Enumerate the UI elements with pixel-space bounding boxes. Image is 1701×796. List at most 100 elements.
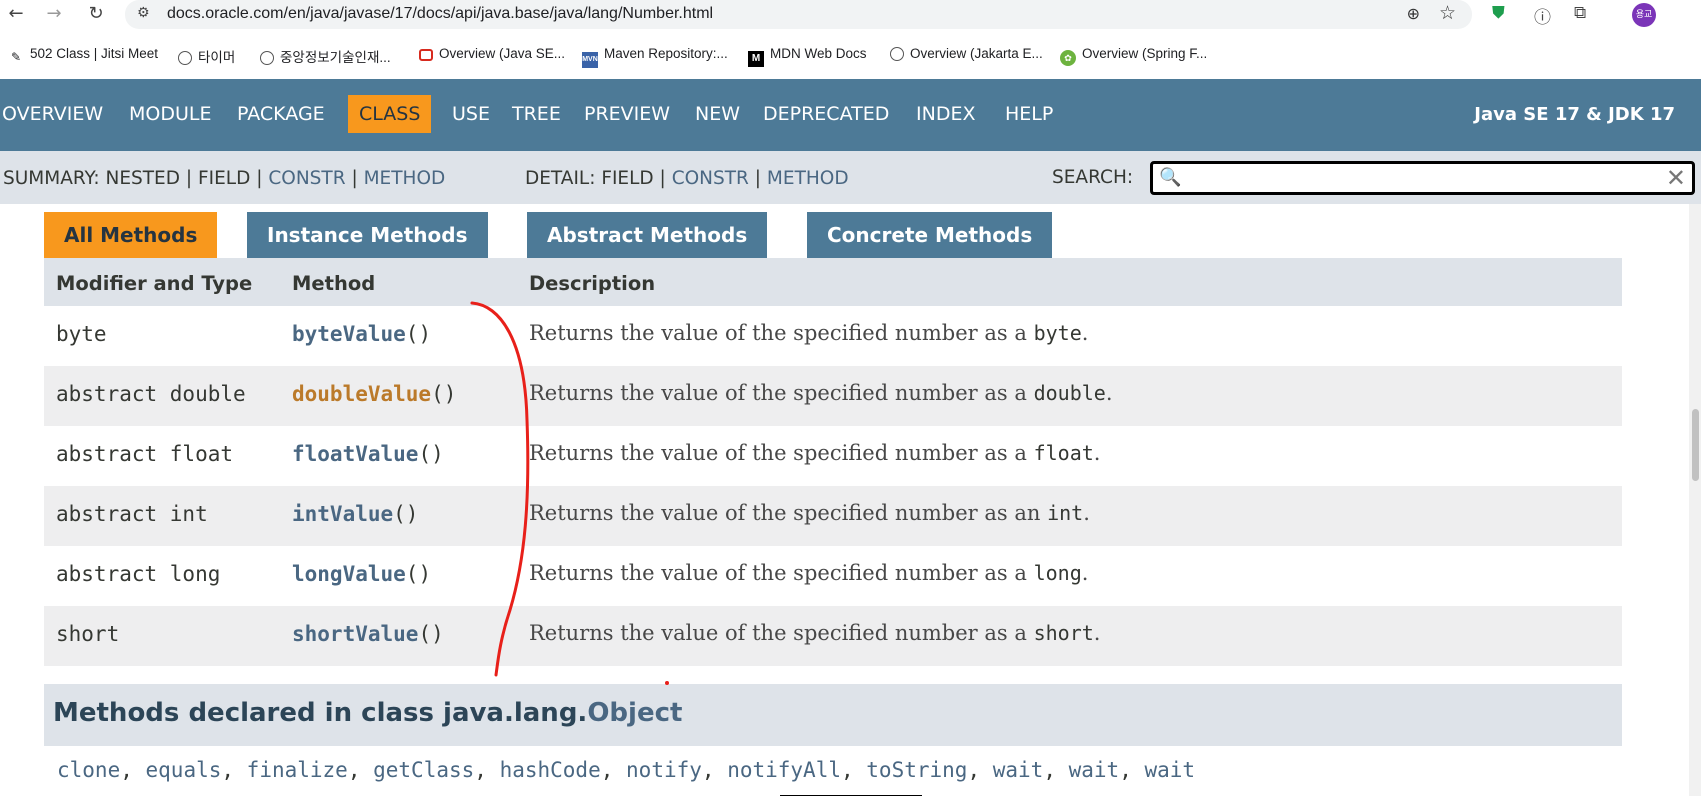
bookmark-item[interactable]: 타이머 <box>178 46 235 66</box>
description-period: . <box>1093 441 1101 465</box>
detail-method-link[interactable]: METHOD <box>767 168 849 189</box>
description-code: long <box>1033 561 1082 585</box>
table-row: abstract long longValue() Returns the valu… <box>44 546 1622 606</box>
bookmark-item[interactable]: MVN Maven Repository:... <box>582 46 728 68</box>
bookmark-item[interactable]: ✎ 502 Class | Jitsi Meet <box>8 46 158 65</box>
tab-all-methods[interactable]: All Methods <box>44 212 218 258</box>
method-description: Returns the value of the specified numbe… <box>529 561 1088 585</box>
list-separator: , <box>347 758 374 782</box>
method-cell: longValue() <box>292 562 431 586</box>
nav-tree[interactable]: TREE <box>512 103 561 125</box>
method-link[interactable]: shortValue <box>292 622 418 646</box>
summary-constr-link[interactable]: CONSTR <box>268 168 345 189</box>
address-bar[interactable]: ⚙ docs.oracle.com/en/java/javase/17/docs… <box>125 0 1472 29</box>
bookmark-item[interactable]: Overview (Java SE... <box>419 46 565 61</box>
zoom-icon[interactable]: ⊕ <box>1407 4 1420 23</box>
extensions-puzzle-icon[interactable]: ⧉ <box>1574 3 1586 23</box>
search-icon: 🔍 <box>1159 167 1182 188</box>
method-link[interactable]: intValue <box>292 502 393 526</box>
summary-label: SUMMARY: NESTED | FIELD | <box>3 168 263 189</box>
bookmark-item[interactable]: 중앙정보기술인재... <box>260 46 391 66</box>
bookmark-star-icon[interactable]: ☆ <box>1439 2 1456 24</box>
method-parens: () <box>393 502 419 526</box>
object-class-link[interactable]: Object <box>587 698 682 728</box>
inherited-method-link[interactable]: wait <box>993 758 1044 782</box>
nav-overview[interactable]: OVERVIEW <box>2 103 103 125</box>
scrollbar[interactable] <box>1689 204 1701 796</box>
main-content: All Methods Instance Methods Abstract Meth… <box>0 204 1701 796</box>
search-box[interactable]: 🔍 ✕ <box>1150 161 1695 195</box>
nav-new[interactable]: NEW <box>695 103 740 125</box>
globe-icon <box>890 47 904 61</box>
method-link[interactable]: byteValue <box>292 322 406 346</box>
maven-icon: MVN <box>582 52 598 68</box>
table-header: Modifier and Type Method Description <box>44 258 1622 306</box>
inherited-method-link[interactable]: hashCode <box>500 758 601 782</box>
nav-preview[interactable]: PREVIEW <box>584 103 670 125</box>
inherited-method-link[interactable]: finalize <box>247 758 348 782</box>
header-method: Method <box>292 272 376 295</box>
modifier-type: abstract float <box>56 442 234 466</box>
bookmark-item[interactable]: ✿ Overview (Spring F... <box>1060 46 1207 66</box>
extension-icon[interactable]: ⓘ <box>1534 3 1551 28</box>
bookmark-item[interactable]: M MDN Web Docs <box>748 46 867 67</box>
method-description: Returns the value of the specified numbe… <box>529 441 1100 465</box>
nav-class[interactable]: CLASS <box>348 95 432 133</box>
inherited-method-link[interactable]: getClass <box>373 758 474 782</box>
table-row: short shortValue() Returns the value of th… <box>44 606 1622 666</box>
method-parens: () <box>418 442 444 466</box>
forward-icon[interactable]: → <box>42 3 66 24</box>
method-summary-table: Modifier and Type Method Description byt… <box>44 258 1622 666</box>
method-description: Returns the value of the specified numbe… <box>529 321 1088 345</box>
nav-deprecated[interactable]: DEPRECATED <box>763 103 889 125</box>
tab-instance-methods[interactable]: Instance Methods <box>247 212 488 258</box>
description-code: byte <box>1033 321 1082 345</box>
method-link[interactable]: longValue <box>292 562 406 586</box>
reload-icon[interactable]: ↻ <box>84 3 108 24</box>
inherited-method-link[interactable]: notify <box>626 758 702 782</box>
inherited-method-link[interactable]: toString <box>866 758 967 782</box>
method-link[interactable]: floatValue <box>292 442 418 466</box>
description-text: Returns the value of the specified numbe… <box>529 381 1034 405</box>
list-separator: , <box>120 758 146 782</box>
search-input[interactable] <box>1187 168 1651 188</box>
nav-help[interactable]: HELP <box>1005 103 1053 125</box>
inherited-method-link[interactable]: notifyAll <box>727 758 841 782</box>
table-row: byte byteValue() Returns the value of the … <box>44 306 1622 366</box>
nav-module[interactable]: MODULE <box>129 103 211 125</box>
shield-extension-icon[interactable]: ⛊ <box>1492 3 1505 23</box>
list-separator: , <box>701 758 728 782</box>
bookmark-item[interactable]: Overview (Jakarta E... <box>890 46 1043 61</box>
detail-constr-link[interactable]: CONSTR <box>672 168 749 189</box>
bookmark-label: Overview (Jakarta E... <box>910 46 1043 61</box>
nav-package[interactable]: PACKAGE <box>237 103 325 125</box>
list-separator: , <box>840 758 867 782</box>
avatar[interactable]: 용교 <box>1632 3 1656 27</box>
modifier-type: abstract double <box>56 382 246 406</box>
modifier-type: byte <box>56 322 107 346</box>
inherited-method-link[interactable]: clone <box>57 758 120 782</box>
detail-separator: | <box>754 168 762 189</box>
bookmark-label: MDN Web Docs <box>770 46 867 61</box>
inherited-method-link[interactable]: wait <box>1144 758 1195 782</box>
inherited-heading-text: Methods declared in class java.lang. <box>53 698 588 728</box>
reset-search-icon[interactable]: ✕ <box>1666 164 1686 192</box>
tab-concrete-methods[interactable]: Concrete Methods <box>807 212 1053 258</box>
method-parens: () <box>405 322 432 346</box>
method-link[interactable]: doubleValue <box>292 382 431 406</box>
tab-abstract-methods[interactable]: Abstract Methods <box>527 212 768 258</box>
globe-icon <box>178 51 192 65</box>
description-code: float <box>1033 441 1094 465</box>
site-info-icon[interactable]: ⚙ <box>137 5 150 21</box>
summary-method-link[interactable]: METHOD <box>364 168 446 189</box>
nav-index[interactable]: INDEX <box>916 103 975 125</box>
inherited-method-link[interactable]: wait <box>1069 758 1120 782</box>
scrollbar-thumb[interactable] <box>1692 409 1699 481</box>
description-code: short <box>1033 621 1094 645</box>
nav-use[interactable]: USE <box>452 103 490 125</box>
url-text[interactable]: docs.oracle.com/en/java/javase/17/docs/a… <box>167 5 713 23</box>
inherited-method-link[interactable]: equals <box>146 758 222 782</box>
method-cell: intValue() <box>292 502 418 526</box>
back-icon[interactable]: ← <box>4 3 28 24</box>
inherited-methods-list: clone, equals, finalize, getClass, hashC… <box>57 758 1195 782</box>
